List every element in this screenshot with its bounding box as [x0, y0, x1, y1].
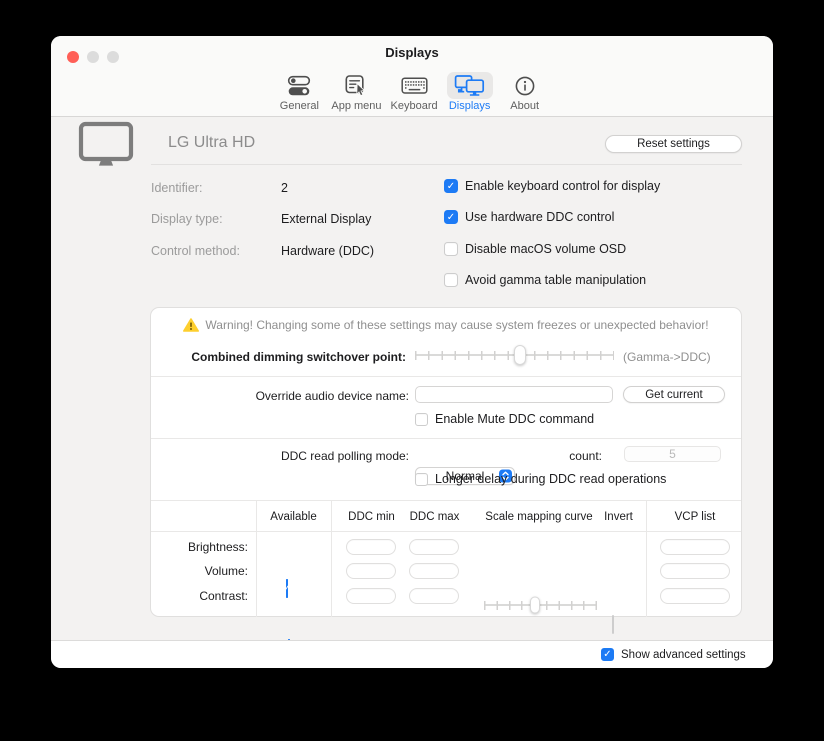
tab-app-menu-label: App menu — [331, 100, 381, 112]
divider — [151, 376, 741, 377]
info-label: Identifier: — [151, 181, 202, 195]
window-title: Displays — [51, 45, 773, 60]
keyboard-icon — [391, 72, 437, 99]
reset-settings-button[interactable]: Reset settings — [605, 135, 742, 153]
column-header: Invert — [586, 511, 651, 523]
avoid-gamma-checkbox[interactable] — [444, 273, 458, 287]
column-divider — [331, 500, 332, 617]
brightness-ddc-max-input[interactable] — [409, 539, 459, 555]
info-label: Control method: — [151, 244, 240, 258]
polling-mode-label: DDC read polling mode: — [151, 449, 409, 463]
monitor-icon — [78, 121, 134, 173]
info-value: External Display — [281, 212, 371, 226]
titlebar: Displays General — [51, 36, 773, 117]
row-label: Brightness: — [151, 540, 248, 554]
count-input — [624, 446, 721, 462]
footer-bar: Show advanced settings — [51, 640, 773, 668]
toolbar: General App menu — [51, 72, 773, 112]
row-label: Volume: — [151, 564, 248, 578]
screen: Displays General — [0, 0, 824, 741]
option-row: Enable keyboard control for display — [444, 179, 660, 193]
warning-text: Warning! Changing some of these settings… — [205, 318, 708, 332]
delay-label: Longer delay during DDC read operations — [435, 472, 666, 486]
option-row: Disable macOS volume OSD — [444, 242, 626, 256]
app-window: Displays General — [51, 36, 773, 668]
row-label: Contrast: — [151, 589, 248, 603]
warning-icon — [183, 318, 199, 332]
toggles-icon — [276, 72, 322, 99]
tab-app-menu[interactable]: App menu — [331, 72, 381, 112]
contrast-vcp-input[interactable] — [660, 588, 730, 604]
brightness-invert-checkbox[interactable] — [612, 615, 614, 634]
brightness-ddc-min-input[interactable] — [346, 539, 396, 555]
show-advanced-settings-checkbox[interactable] — [601, 648, 614, 661]
mute-label: Enable Mute DDC command — [435, 412, 594, 426]
dimming-slider[interactable] — [415, 344, 614, 366]
display-name: LG Ultra HD — [168, 134, 255, 152]
brightness-available-checkbox[interactable] — [286, 579, 288, 598]
column-header: DDC max — [397, 511, 472, 523]
tab-about[interactable]: About — [502, 72, 548, 112]
slider-thumb[interactable] — [530, 597, 540, 614]
tab-general[interactable]: General — [276, 72, 322, 112]
option-label: Use hardware DDC control — [465, 210, 614, 224]
column-divider — [646, 500, 647, 617]
count-label: count: — [542, 449, 602, 463]
contrast-ddc-max-input[interactable] — [409, 588, 459, 604]
info-value: Hardware (DDC) — [281, 244, 374, 258]
tab-displays[interactable]: Displays — [447, 72, 493, 112]
delay-row: Longer delay during DDC read operations — [415, 472, 666, 486]
slider-ticks — [484, 601, 597, 610]
enable-mute-checkbox[interactable] — [415, 413, 428, 426]
option-row: Use hardware DDC control — [444, 210, 614, 224]
audio-name-input[interactable] — [415, 386, 613, 403]
menu-document-icon — [333, 72, 379, 99]
volume-vcp-input[interactable] — [660, 563, 730, 579]
mute-row: Enable Mute DDC command — [415, 412, 594, 426]
info-value: 2 — [281, 181, 288, 195]
slider-thumb[interactable] — [514, 345, 526, 365]
dimming-label: Combined dimming switchover point: — [151, 350, 406, 364]
column-header: VCP list — [651, 511, 739, 523]
volume-ddc-min-input[interactable] — [346, 563, 396, 579]
get-current-button[interactable]: Get current — [623, 386, 725, 403]
option-row: Avoid gamma table manipulation — [444, 273, 646, 287]
divider — [151, 438, 741, 439]
longer-delay-checkbox[interactable] — [415, 473, 428, 486]
footer-row: Show advanced settings — [601, 648, 746, 661]
warning-row: Warning! Changing some of these settings… — [151, 318, 741, 332]
tab-general-label: General — [280, 100, 319, 112]
volume-ddc-max-input[interactable] — [409, 563, 459, 579]
column-divider — [256, 500, 257, 617]
show-advanced-settings-label: Show advanced settings — [621, 649, 746, 661]
brightness-vcp-input[interactable] — [660, 539, 730, 555]
displays-icon — [447, 72, 493, 99]
tab-keyboard[interactable]: Keyboard — [391, 72, 438, 112]
enable-keyboard-control-checkbox[interactable] — [444, 179, 458, 193]
tab-about-label: About — [510, 100, 539, 112]
column-header: Available — [256, 511, 331, 523]
option-label: Enable keyboard control for display — [465, 179, 660, 193]
divider — [151, 531, 741, 532]
dimming-suffix: (Gamma->DDC) — [623, 350, 711, 364]
option-label: Avoid gamma table manipulation — [465, 273, 646, 287]
audio-name-label: Override audio device name: — [151, 389, 409, 403]
contrast-ddc-min-input[interactable] — [346, 588, 396, 604]
advanced-settings-panel: Warning! Changing some of these settings… — [150, 307, 742, 617]
use-hardware-ddc-checkbox[interactable] — [444, 210, 458, 224]
divider — [151, 500, 741, 501]
tab-keyboard-label: Keyboard — [391, 100, 438, 112]
option-label: Disable macOS volume OSD — [465, 242, 626, 256]
info-icon — [502, 72, 548, 99]
header-divider — [151, 164, 742, 165]
info-label: Display type: — [151, 212, 223, 226]
disable-volume-osd-checkbox[interactable] — [444, 242, 458, 256]
brightness-curve-slider[interactable] — [484, 596, 597, 614]
tab-displays-label: Displays — [449, 100, 491, 112]
